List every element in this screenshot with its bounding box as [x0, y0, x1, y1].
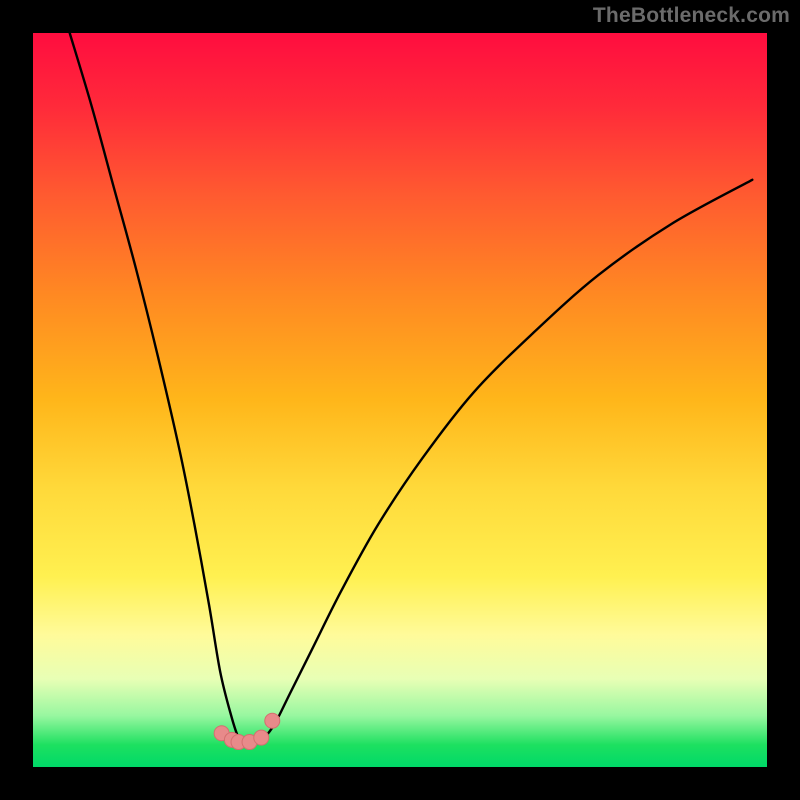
bottleneck-curve-svg — [33, 33, 767, 767]
bottleneck-curve — [70, 33, 753, 746]
trough-marker — [265, 713, 280, 728]
chart-stage: TheBottleneck.com — [0, 0, 800, 800]
trough-marker — [254, 730, 269, 745]
curve-group — [70, 33, 753, 746]
plot-area — [33, 33, 767, 767]
attribution-watermark: TheBottleneck.com — [593, 4, 790, 28]
